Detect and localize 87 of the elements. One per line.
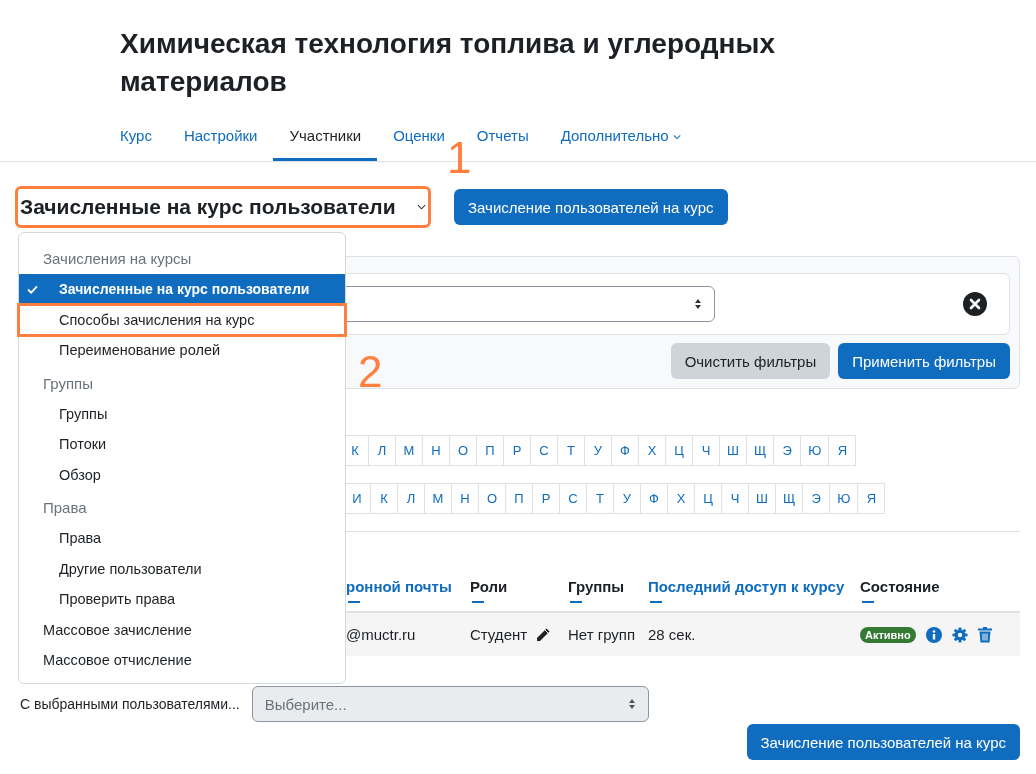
apply-filters-button[interactable]: Применить фильтры (838, 343, 1010, 379)
initial-letter[interactable]: С (530, 435, 558, 466)
bulk-action-select[interactable]: Выберите... (251, 686, 649, 722)
initial-letter[interactable]: Л (368, 435, 396, 466)
initial-letter[interactable]: Т (586, 483, 614, 514)
initial-letter[interactable]: Ю (800, 435, 830, 466)
initial-letter[interactable]: Я (857, 483, 886, 514)
sort-dash-icon (862, 601, 874, 603)
pencil-icon[interactable] (535, 626, 552, 643)
initial-letter[interactable]: Ф (640, 483, 668, 514)
menu-heading: Группы (42, 373, 94, 394)
initial-letter[interactable]: П (505, 483, 533, 514)
page-selector[interactable]: Зачисленные на курс пользователи (18, 189, 428, 225)
menu-heading: Зачисления на курсы (42, 249, 193, 269)
initial-letter[interactable]: Ш (719, 435, 747, 466)
status-badge: Активно (860, 626, 916, 643)
initial-letter[interactable]: Э (773, 435, 802, 466)
menu-item[interactable]: Зачисленные на курс пользователи (19, 274, 345, 305)
initial-letter[interactable]: Ц (694, 483, 722, 514)
sort-arrows-icon (694, 298, 702, 310)
menu-item[interactable]: Переименование ролей (19, 335, 345, 366)
initial-letter[interactable]: Я (828, 435, 857, 466)
step-number: 2 (358, 350, 383, 394)
initial-letter[interactable]: Х (638, 435, 666, 466)
initial-letter[interactable]: Л (397, 483, 425, 514)
initial-letter[interactable]: Щ (746, 435, 775, 466)
initial-letter[interactable]: Ш (748, 483, 776, 514)
nav-tab[interactable]: Участники (273, 115, 378, 161)
sort-dash-icon (348, 601, 360, 603)
initial-letter[interactable]: Ю (829, 483, 859, 514)
enrol-users-button[interactable]: Зачисление пользователей на курс (454, 189, 728, 225)
nav-tab[interactable]: Настройки (167, 115, 274, 161)
initial-letter[interactable]: У (584, 435, 612, 466)
info-icon[interactable] (925, 626, 942, 643)
initial-letter[interactable]: П (476, 435, 504, 466)
initial-letter[interactable]: Н (451, 483, 479, 514)
caret-icon (417, 204, 426, 210)
check-icon (27, 285, 38, 294)
initial-letter[interactable]: Т (557, 435, 585, 466)
sort-arrows-icon (627, 698, 636, 710)
close-icon[interactable] (963, 292, 987, 316)
nav-tab[interactable]: Дополнительно (544, 115, 697, 161)
column-header: Группы (568, 578, 625, 595)
sort-dash-icon (472, 601, 484, 603)
initial-letter[interactable]: Э (802, 483, 831, 514)
table-cell: Студент (470, 626, 528, 643)
column-header[interactable]: ронной почты (346, 578, 452, 595)
sort-dash-icon (570, 601, 582, 603)
initial-letter[interactable]: У (613, 483, 641, 514)
table-cell-text: @muctr.ru (346, 626, 417, 643)
initial-letter[interactable]: Ч (692, 435, 720, 466)
initial-letter[interactable]: Х (667, 483, 695, 514)
initial-letter[interactable]: О (449, 435, 477, 466)
column-header: Состояние (860, 578, 940, 595)
column-header: Роли (470, 578, 508, 595)
menu-item[interactable]: Права (19, 523, 345, 554)
enrol-users-button[interactable]: Зачисление пользователей на курс (746, 724, 1020, 760)
clear-filters-button[interactable]: Очистить фильтры (670, 343, 831, 379)
initial-letter[interactable]: Ф (611, 435, 639, 466)
menu-item[interactable]: Группы (19, 398, 345, 429)
menu-item[interactable]: Другие пользователи (19, 553, 345, 584)
initial-letter[interactable]: М (395, 435, 423, 466)
sort-dash-icon (650, 601, 662, 603)
settings-icon[interactable] (951, 626, 968, 643)
initial-letter[interactable]: Ц (665, 435, 693, 466)
initial-letter[interactable]: Н (422, 435, 450, 466)
bulk-action-label: С выбранными пользователями... (20, 696, 240, 712)
initial-letter[interactable]: Ч (721, 483, 749, 514)
initial-letter[interactable]: С (559, 483, 587, 514)
column-header[interactable]: Последний доступ к курсу (648, 578, 845, 595)
table-cell-text: Нет групп (568, 626, 637, 643)
nav-tab[interactable]: Курс (104, 115, 168, 161)
menu-item[interactable]: Массовое отчисление (19, 645, 345, 676)
menu-heading: Права (42, 498, 88, 518)
menu-item[interactable]: Проверить права (19, 584, 345, 615)
initial-letter[interactable]: К (370, 483, 398, 514)
menu-item[interactable]: Способы зачисления на курс (19, 304, 345, 335)
table-cell-text: 28 сек. (648, 626, 697, 643)
initial-letter[interactable]: Р (532, 483, 560, 514)
initial-letter[interactable]: М (424, 483, 452, 514)
course-title: Химическая технология топлива и углеродных материалов (119, 27, 776, 99)
step-number: 1 (447, 136, 472, 180)
trash-icon[interactable] (977, 626, 992, 643)
initial-letter[interactable]: О (478, 483, 506, 514)
initial-letter[interactable]: Р (503, 435, 531, 466)
initial-letter[interactable]: Щ (775, 483, 804, 514)
menu-item[interactable]: Массовое зачисление (19, 614, 345, 645)
